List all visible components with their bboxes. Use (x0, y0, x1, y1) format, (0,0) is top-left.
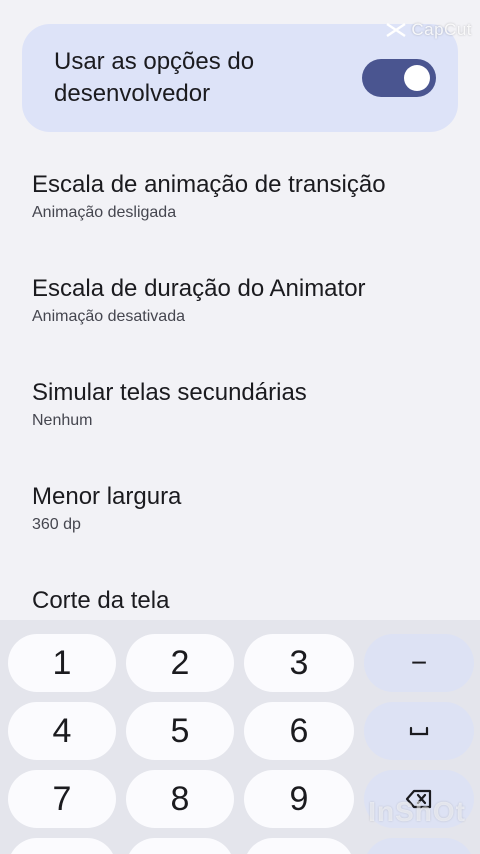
setting-subtitle: Nenhum (32, 412, 93, 429)
minus-key[interactable]: − (364, 634, 474, 692)
setting-subtitle: Animação desligada (32, 204, 177, 221)
key-9[interactable]: 9 (244, 770, 354, 828)
key-3[interactable]: 3 (244, 634, 354, 692)
developer-options-toggle[interactable] (362, 59, 436, 97)
setting-title: Escala de animação de transição (32, 171, 386, 198)
setting-simulate-secondary-displays[interactable]: Simular telas secundárias Nenhum (32, 378, 460, 432)
setting-display-cutout[interactable]: Corte da tela (32, 586, 460, 616)
capcut-logo-icon (386, 23, 407, 37)
key-partial-left[interactable] (8, 838, 116, 854)
space-key[interactable] (364, 702, 474, 760)
setting-title: Corte da tela (32, 587, 170, 614)
key-partial-middle[interactable] (126, 838, 234, 854)
key-partial-right[interactable] (244, 838, 354, 854)
key-8[interactable]: 8 (126, 770, 234, 828)
space-icon (409, 726, 429, 736)
setting-title: Escala de duração do Animator (32, 275, 366, 302)
key-partial-function[interactable] (364, 838, 474, 854)
developer-options-label: Usar as opções do desenvolvedor (54, 48, 255, 107)
setting-subtitle: 360 dp (32, 516, 81, 533)
setting-smallest-width[interactable]: Menor largura 360 dp (32, 482, 460, 536)
inshot-watermark: InShOt (368, 796, 466, 827)
minus-icon: − (410, 647, 428, 678)
setting-transition-animation-scale[interactable]: Escala de animação de transição Animação… (32, 170, 460, 224)
setting-title: Menor largura (32, 483, 182, 510)
setting-subtitle: Animação desativada (32, 308, 185, 325)
capcut-watermark: CapCut (385, 20, 472, 40)
key-1[interactable]: 1 (8, 634, 116, 692)
setting-title: Simular telas secundárias (32, 379, 307, 406)
key-5[interactable]: 5 (126, 702, 234, 760)
key-4[interactable]: 4 (8, 702, 116, 760)
toggle-thumb (404, 65, 430, 91)
setting-animator-duration-scale[interactable]: Escala de duração do Animator Animação d… (32, 274, 460, 328)
key-2[interactable]: 2 (126, 634, 234, 692)
capcut-watermark-text: CapCut (411, 20, 472, 39)
developer-options-card[interactable]: Usar as opções do desenvolvedor (22, 24, 458, 132)
key-6[interactable]: 6 (244, 702, 354, 760)
key-7[interactable]: 7 (8, 770, 116, 828)
